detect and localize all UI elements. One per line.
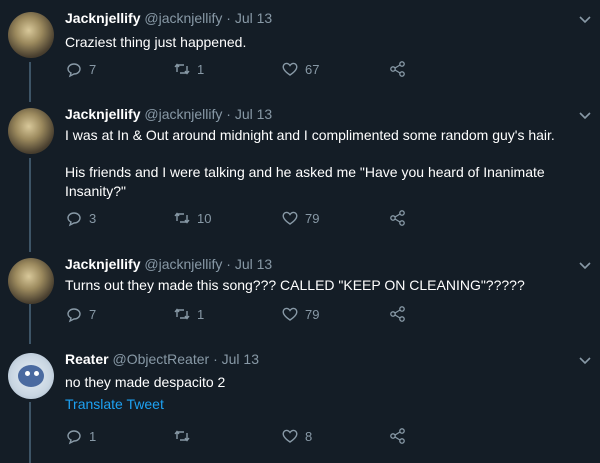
- chevron-down-icon[interactable]: [578, 258, 592, 272]
- retweet-count: 10: [197, 210, 212, 226]
- avatar[interactable]: [8, 12, 54, 58]
- author-name[interactable]: Jacknjellify: [65, 106, 141, 122]
- retweet-button[interactable]: 1: [173, 60, 204, 78]
- retweet-icon: [174, 63, 190, 75]
- retweet-button[interactable]: [173, 427, 197, 445]
- reply-button[interactable]: 3: [65, 209, 96, 227]
- reply-count: 3: [89, 210, 97, 226]
- tweet[interactable]: Reater @ObjectReater · Jul 13 no they ma…: [0, 345, 600, 463]
- tweet-text: His friends and I were talking and he as…: [65, 164, 545, 199]
- reply-button[interactable]: 1: [65, 427, 96, 445]
- chevron-down-icon[interactable]: [578, 108, 592, 122]
- tweet-text: Turns out they made this song??? CALLED …: [65, 277, 525, 293]
- share-button[interactable]: [389, 427, 407, 445]
- reply-count: 7: [89, 306, 97, 322]
- tweet-text: no they made despacito 2: [65, 374, 226, 390]
- share-icon: [390, 210, 405, 226]
- share-icon: [390, 306, 405, 322]
- tweet-date[interactable]: Jul 13: [235, 10, 272, 26]
- avatar[interactable]: [8, 108, 54, 154]
- share-icon: [390, 61, 405, 77]
- chevron-down-icon[interactable]: [578, 353, 592, 367]
- share-button[interactable]: [389, 209, 407, 227]
- heart-icon: [282, 429, 298, 443]
- retweet-icon: [174, 430, 190, 442]
- author-handle[interactable]: @jacknjellify: [144, 10, 222, 26]
- share-button[interactable]: [389, 305, 407, 323]
- retweet-count: 1: [197, 61, 205, 77]
- tweet-text: Craziest thing just happened.: [65, 34, 247, 50]
- like-button[interactable]: 79: [281, 209, 319, 227]
- author-handle[interactable]: @jacknjellify: [144, 106, 222, 122]
- like-count: 79: [305, 306, 320, 322]
- tweet-text: I was at In & Out around midnight and I …: [65, 127, 555, 143]
- like-button[interactable]: 8: [281, 427, 312, 445]
- like-button[interactable]: 79: [281, 305, 319, 323]
- heart-icon: [282, 211, 298, 225]
- reply-count: 1: [89, 428, 97, 444]
- tweet-header: Jacknjellify @jacknjellify · Jul 13: [65, 106, 272, 122]
- share-button[interactable]: [389, 60, 407, 78]
- share-icon: [390, 428, 405, 444]
- like-count: 79: [305, 210, 320, 226]
- tweet-actions: 7 1 67: [65, 60, 485, 80]
- like-count: 8: [305, 428, 313, 444]
- avatar-eye: [34, 371, 39, 376]
- tweet-date[interactable]: Jul 13: [222, 351, 259, 367]
- chevron-down-icon[interactable]: [578, 12, 592, 26]
- author-name[interactable]: Jacknjellify: [65, 256, 141, 272]
- tweet-header: Reater @ObjectReater · Jul 13: [65, 351, 259, 367]
- like-button[interactable]: 67: [281, 60, 319, 78]
- tweet[interactable]: Jacknjellify @jacknjellify · Jul 13 Craz…: [0, 0, 600, 95]
- avatar[interactable]: [8, 353, 54, 399]
- reply-button[interactable]: 7: [65, 60, 96, 78]
- tweet-actions: 3 10 79: [65, 209, 485, 229]
- heart-icon: [282, 62, 298, 76]
- like-count: 67: [305, 61, 320, 77]
- author-name[interactable]: Reater: [65, 351, 109, 367]
- retweet-button[interactable]: 10: [173, 209, 211, 227]
- retweet-icon: [174, 308, 190, 320]
- retweet-count: 1: [197, 306, 205, 322]
- tweet-actions: 7 1 79: [65, 305, 485, 325]
- reply-icon: [67, 430, 81, 445]
- author-handle[interactable]: @jacknjellify: [144, 256, 222, 272]
- tweet-date[interactable]: Jul 13: [235, 256, 272, 272]
- translate-tweet-link[interactable]: Translate Tweet: [65, 396, 164, 412]
- author-name[interactable]: Jacknjellify: [65, 10, 141, 26]
- separator: ·: [209, 351, 222, 367]
- tweet-header: Jacknjellify @jacknjellify · Jul 13: [65, 10, 272, 26]
- reply-count: 7: [89, 61, 97, 77]
- avatar-blob: [18, 365, 44, 387]
- reply-button[interactable]: 7: [65, 305, 96, 323]
- heart-icon: [282, 307, 298, 321]
- reply-icon: [67, 308, 81, 323]
- tweet-actions: 1 8: [65, 427, 485, 447]
- separator: ·: [222, 256, 235, 272]
- tweet-header: Jacknjellify @jacknjellify · Jul 13: [65, 256, 272, 272]
- tweet[interactable]: Jacknjellify @jacknjellify · Jul 13 Turn…: [0, 250, 600, 345]
- reply-icon: [67, 63, 81, 78]
- author-handle[interactable]: @ObjectReater: [112, 351, 209, 367]
- avatar-eye: [25, 371, 30, 376]
- separator: ·: [222, 106, 235, 122]
- avatar[interactable]: [8, 258, 54, 304]
- reply-icon: [67, 212, 81, 227]
- tweet[interactable]: Jacknjellify @jacknjellify · Jul 13 I wa…: [0, 100, 600, 245]
- retweet-button[interactable]: 1: [173, 305, 204, 323]
- retweet-icon: [174, 212, 190, 224]
- tweet-date[interactable]: Jul 13: [235, 106, 272, 122]
- separator: ·: [222, 10, 235, 26]
